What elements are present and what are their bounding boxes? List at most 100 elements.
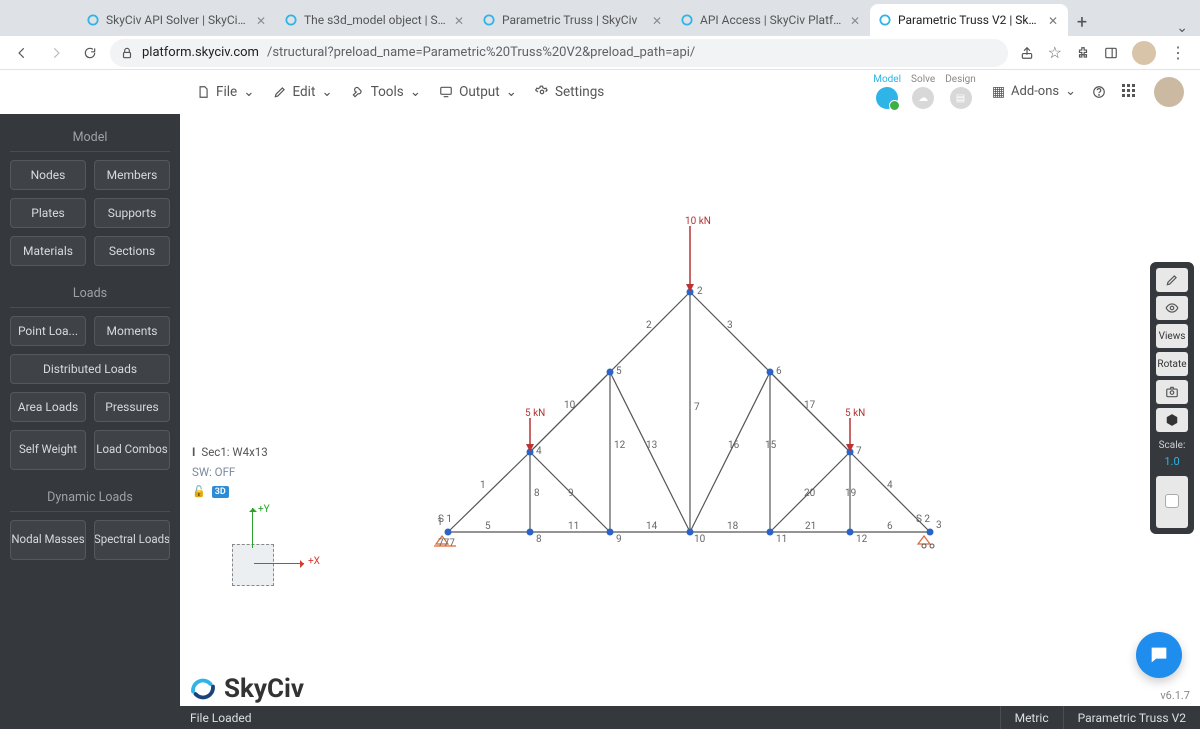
scale-value: 1.0 [1156, 455, 1188, 468]
menu-output[interactable]: Output⌄ [439, 84, 517, 100]
profile-avatar-icon[interactable] [1132, 41, 1156, 65]
sidebar-btn-members[interactable]: Members [94, 160, 170, 190]
tool-cube[interactable] [1156, 408, 1188, 432]
apps-grid-icon[interactable] [1122, 84, 1138, 100]
browser-tab[interactable]: SkyCiv API Solver | SkyCiv Pla ✕ [78, 4, 276, 36]
pipeline-design[interactable]: Design▤ [945, 74, 976, 109]
sidebar-btn-plates[interactable]: Plates [10, 198, 86, 228]
sidebar-btn-nodes[interactable]: Nodes [10, 160, 86, 190]
menu-label: Settings [555, 84, 604, 100]
svg-text:10 kN: 10 kN [685, 216, 711, 227]
menu-settings[interactable]: Settings [535, 84, 604, 100]
svg-text:11: 11 [568, 521, 579, 532]
app-menus: File⌄ Edit⌄ Tools⌄ Output⌄ Settings [196, 84, 604, 100]
svg-text:S 2: S 2 [916, 514, 930, 525]
svg-text:3: 3 [727, 320, 733, 331]
favicon-icon [878, 13, 892, 27]
sidebar-btn-nodalmasses[interactable]: Nodal Masses [10, 520, 86, 560]
tab-title: The s3d_model object | SkyCi [304, 13, 448, 27]
canvas-info: ISec1: W4x13 SW: OFF 🔓3D +Y +X [192, 445, 282, 598]
pencil-icon [273, 85, 287, 99]
sidepanel-icon[interactable] [1104, 46, 1118, 60]
tool-pencil[interactable] [1156, 268, 1188, 292]
file-icon [196, 85, 210, 99]
svg-text:2: 2 [697, 286, 703, 297]
menu-tools[interactable]: Tools⌄ [351, 84, 421, 100]
close-tab-icon[interactable]: ✕ [1048, 14, 1060, 26]
sidebar-btn-distributed[interactable]: Distributed Loads [10, 354, 170, 384]
scale-slider[interactable] [1156, 476, 1188, 528]
favicon-icon [86, 13, 100, 27]
skyciv-logo-icon [188, 674, 218, 704]
slider-thumb[interactable] [1165, 494, 1179, 508]
sidebar-btn-moments[interactable]: Moments [94, 316, 170, 346]
sidebar-btn-selfweight[interactable]: Self Weight [10, 430, 86, 470]
tool-camera[interactable] [1156, 380, 1188, 404]
svg-text:12: 12 [856, 534, 868, 545]
address-bar[interactable]: platform.skyciv.com/structural?preload_n… [110, 39, 1008, 67]
kebab-menu-icon[interactable]: ⋮ [1170, 43, 1186, 62]
svg-text:3: 3 [936, 520, 942, 531]
sidebar-btn-supports[interactable]: Supports [94, 198, 170, 228]
browser-tabstrip: SkyCiv API Solver | SkyCiv Pla ✕ The s3d… [0, 0, 1200, 36]
chevron-down-icon: ⌄ [321, 84, 332, 100]
tool-visibility[interactable] [1156, 296, 1188, 320]
svg-text:1: 1 [480, 480, 486, 491]
menu-edit[interactable]: Edit⌄ [273, 84, 333, 100]
forward-button[interactable] [42, 39, 70, 67]
svg-text:4: 4 [887, 480, 893, 491]
svg-text:2: 2 [646, 320, 652, 331]
reload-button[interactable] [76, 39, 104, 67]
pipeline-model[interactable]: Model [873, 74, 901, 109]
section-label: Sec1: W4x13 [201, 445, 267, 459]
browser-tab[interactable]: API Access | SkyCiv Platform ✕ [672, 4, 870, 36]
view-toolpad: Views Rotate Scale: 1.0 [1150, 262, 1194, 534]
sidebar-btn-loadcombos[interactable]: Load Combos [94, 430, 170, 470]
sidebar-btn-arealoads[interactable]: Area Loads [10, 392, 86, 422]
tabs-overflow-icon[interactable]: ⌄ [1176, 20, 1188, 36]
close-tab-icon[interactable]: ✕ [256, 14, 268, 26]
lock-3d-toggle[interactable]: 🔓3D [192, 485, 282, 498]
help-icon[interactable] [1092, 85, 1106, 99]
browser-tab[interactable]: Parametric Truss | SkyCiv ✕ [474, 4, 672, 36]
units-toggle[interactable]: Metric [1000, 706, 1063, 729]
close-tab-icon[interactable]: ✕ [850, 14, 862, 26]
sidebar-btn-spectralloads[interactable]: Spectral Loads [94, 520, 170, 560]
sidebar-btn-pointloads[interactable]: Point Loa... [10, 316, 86, 346]
browser-tab[interactable]: The s3d_model object | SkyCi ✕ [276, 4, 474, 36]
browser-tab-active[interactable]: Parametric Truss V2 | SkyCiv ✕ [870, 4, 1068, 36]
model-name-chip[interactable]: Parametric Truss V2 [1063, 706, 1200, 729]
chat-icon [1148, 644, 1170, 666]
user-avatar-icon[interactable] [1154, 77, 1184, 107]
svg-text:10: 10 [564, 400, 576, 411]
sidebar-btn-sections[interactable]: Sections [94, 236, 170, 266]
tool-views[interactable]: Views [1156, 324, 1188, 348]
addons-button[interactable]: ▦Add-ons⌄ [992, 84, 1076, 100]
app-toolbar: File⌄ Edit⌄ Tools⌄ Output⌄ Settings Mode… [0, 70, 1200, 114]
browser-toolbar: platform.skyciv.com/structural?preload_n… [0, 36, 1200, 70]
svg-text:10: 10 [694, 534, 706, 545]
sidebar-btn-pressures[interactable]: Pressures [94, 392, 170, 422]
back-button[interactable] [8, 39, 36, 67]
chat-support-button[interactable] [1136, 632, 1182, 678]
svg-text:13: 13 [646, 440, 657, 451]
menu-file[interactable]: File⌄ [196, 84, 255, 100]
svg-text:21: 21 [805, 521, 816, 532]
bookmark-icon[interactable]: ☆ [1048, 43, 1062, 62]
tool-rotate[interactable]: Rotate [1156, 352, 1188, 376]
extensions-icon[interactable] [1076, 46, 1090, 60]
url-path: /structural?preload_name=Parametric%20Tr… [267, 45, 695, 60]
share-icon[interactable] [1020, 46, 1034, 60]
close-tab-icon[interactable]: ✕ [454, 14, 466, 26]
menu-label: Output [459, 84, 500, 100]
pipeline-solve[interactable]: Solve☁ [911, 74, 935, 109]
model-canvas[interactable]: 1 2 3 4 5 6 7 8 9 10 11 12 13 14 15 16 1… [180, 114, 1200, 706]
browser-actions: ☆ ⋮ [1014, 41, 1192, 65]
sidebar-btn-materials[interactable]: Materials [10, 236, 86, 266]
svg-text:8: 8 [536, 534, 542, 545]
svg-text:777: 777 [438, 538, 455, 549]
new-tab-button[interactable]: + [1068, 8, 1096, 36]
svg-text:5: 5 [485, 521, 491, 532]
lock-icon [120, 46, 134, 60]
close-tab-icon[interactable]: ✕ [652, 14, 664, 26]
